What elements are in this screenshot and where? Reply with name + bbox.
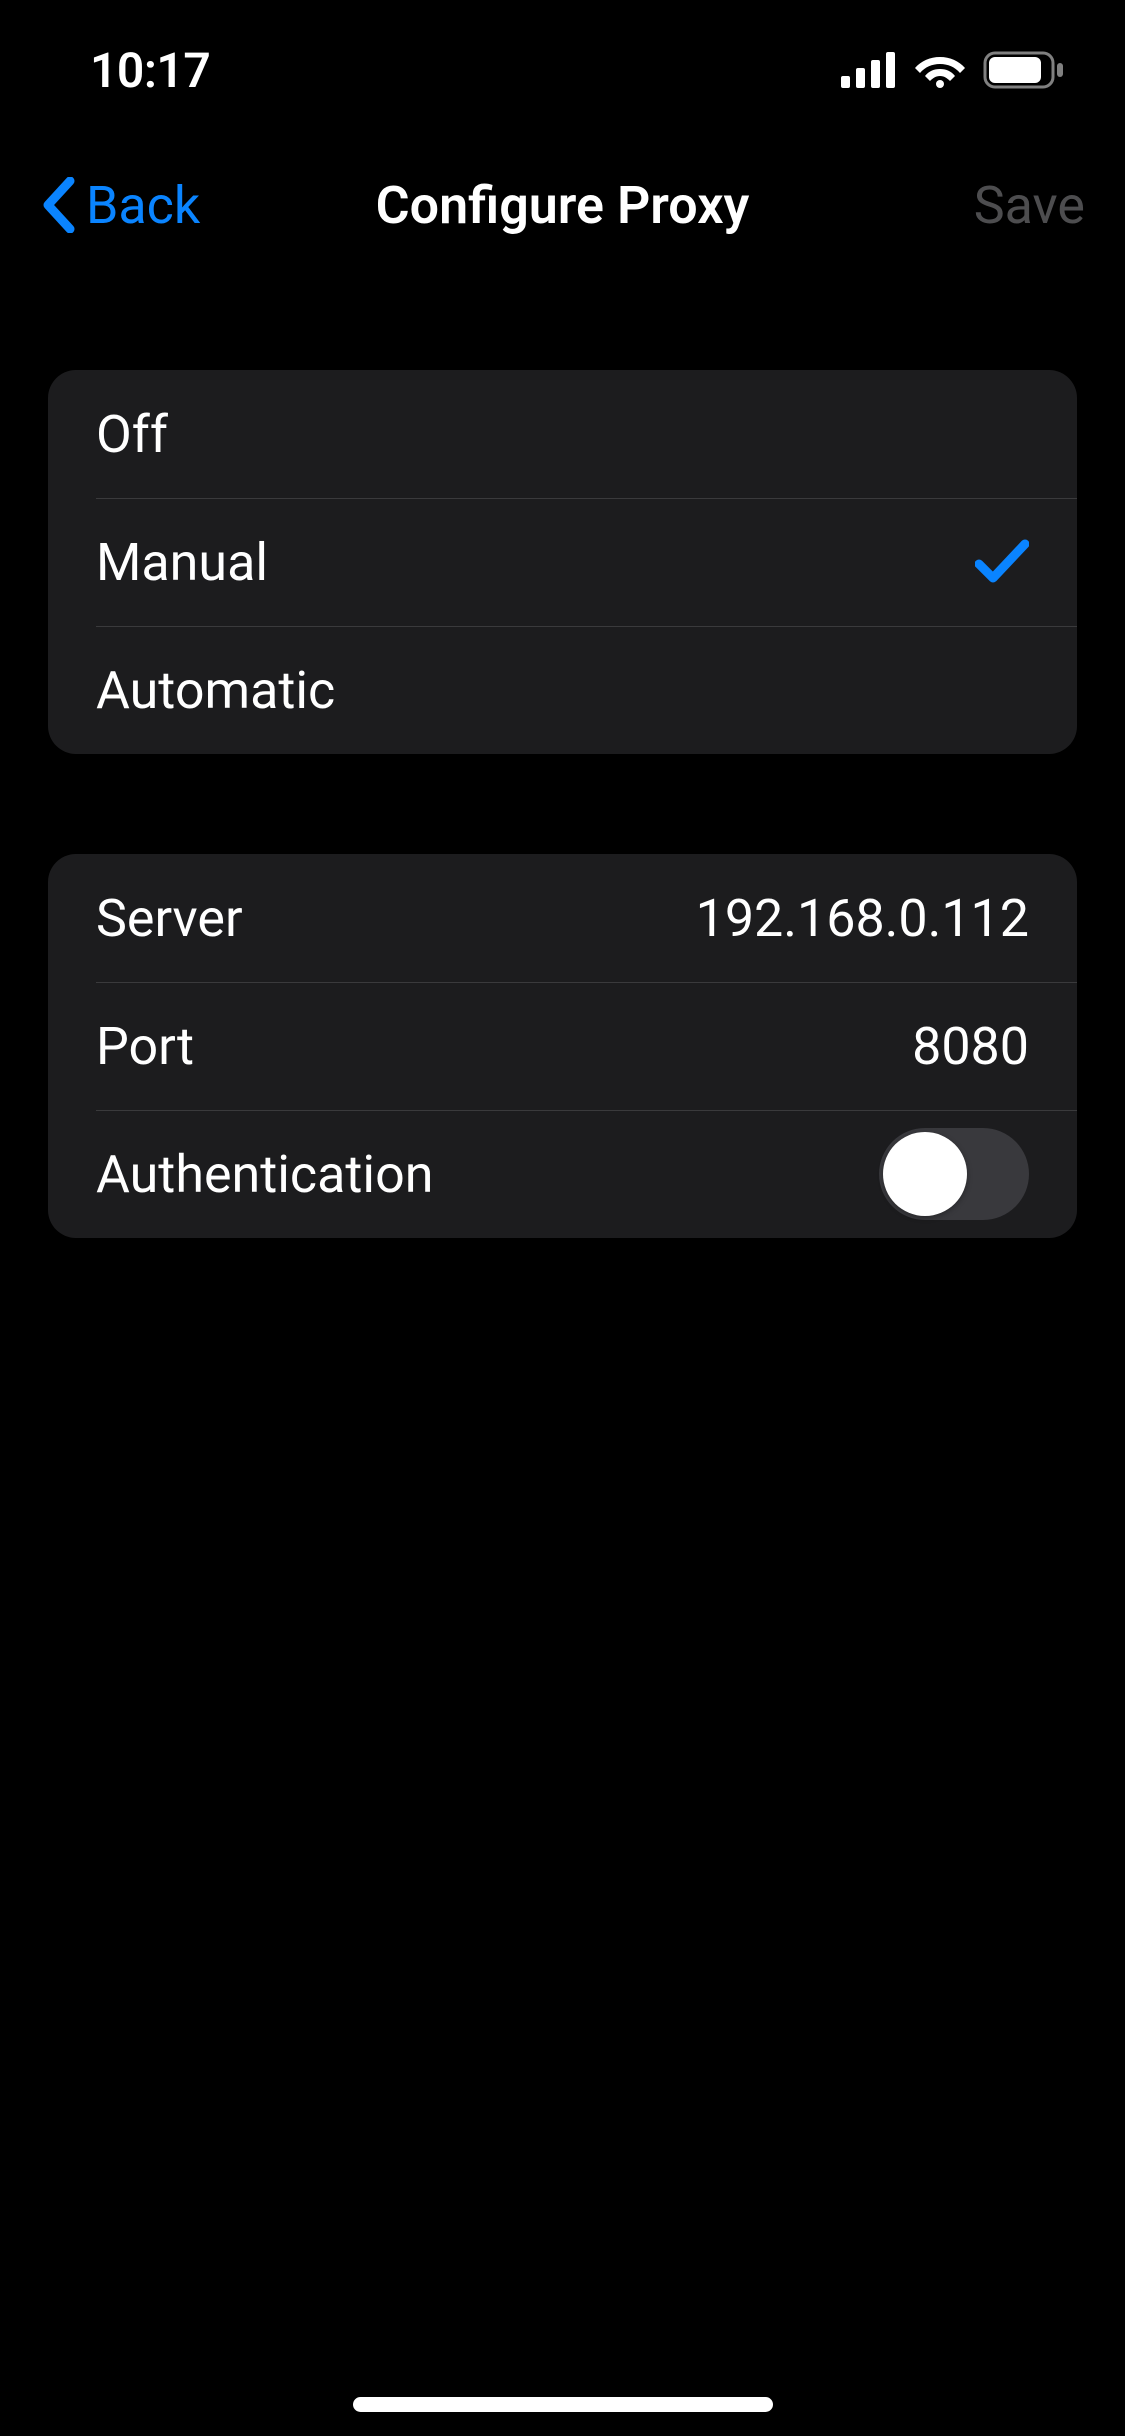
proxy-settings-group: Server 192.168.0.112 Port 8080 Authentic…	[48, 854, 1077, 1238]
authentication-toggle[interactable]	[879, 1128, 1029, 1220]
row-label: Server	[96, 888, 243, 949]
row-label: Automatic	[96, 660, 335, 721]
proxy-mode-manual[interactable]: Manual	[48, 498, 1077, 626]
toggle-knob	[883, 1132, 967, 1216]
navigation-bar: Back Configure Proxy Save	[0, 140, 1125, 270]
back-label: Back	[86, 175, 200, 236]
row-label: Manual	[96, 532, 268, 593]
cellular-signal-icon	[841, 52, 897, 88]
status-icons	[841, 51, 1065, 89]
checkmark-icon	[975, 538, 1029, 586]
row-label: Authentication	[96, 1144, 433, 1205]
port-value: 8080	[912, 1016, 1029, 1077]
content: Off Manual Automatic Server 192.168.0.11…	[0, 270, 1125, 1238]
proxy-mode-group: Off Manual Automatic	[48, 370, 1077, 754]
wifi-icon	[915, 52, 965, 88]
server-row[interactable]: Server 192.168.0.112	[48, 854, 1077, 982]
proxy-mode-automatic[interactable]: Automatic	[48, 626, 1077, 754]
save-button[interactable]: Save	[974, 175, 1085, 236]
proxy-mode-off[interactable]: Off	[48, 370, 1077, 498]
authentication-row: Authentication	[48, 1110, 1077, 1238]
home-indicator[interactable]	[353, 2397, 773, 2412]
battery-icon	[983, 51, 1065, 89]
page-title: Configure Proxy	[376, 175, 750, 236]
status-bar: 10:17	[0, 0, 1125, 140]
row-label: Off	[96, 404, 168, 465]
row-label: Port	[96, 1016, 194, 1077]
chevron-left-icon	[40, 177, 76, 233]
back-button[interactable]: Back	[40, 175, 200, 236]
status-time: 10:17	[90, 42, 210, 99]
port-row[interactable]: Port 8080	[48, 982, 1077, 1110]
server-value: 192.168.0.112	[696, 888, 1029, 949]
